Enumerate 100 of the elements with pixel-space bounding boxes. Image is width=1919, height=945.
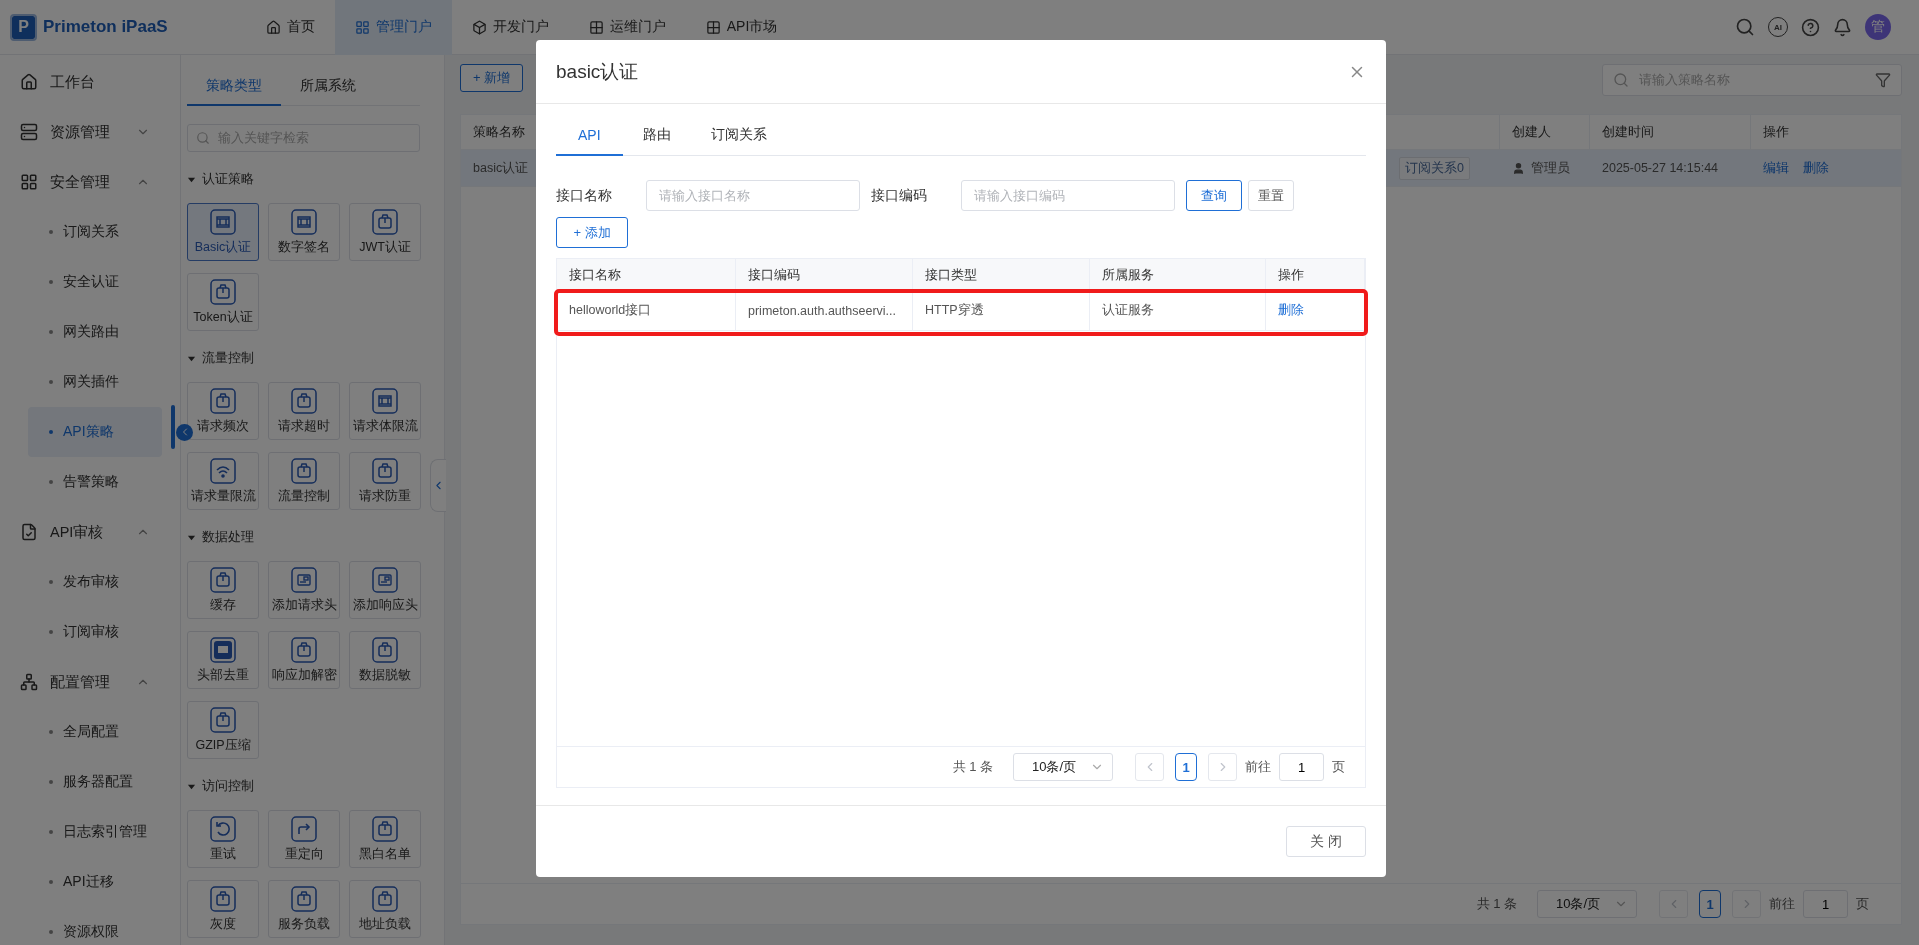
box-icon <box>210 566 236 593</box>
policy-tile[interactable]: 头部去重 <box>187 631 259 689</box>
table-cell: 认证服务 <box>1102 302 1154 319</box>
policy-tile[interactable]: 请求防重 <box>349 452 421 510</box>
page-suffix: 页 <box>1856 895 1869 913</box>
policy-tile[interactable]: 重定向 <box>268 810 340 868</box>
total-count: 共 1 条 <box>952 758 993 776</box>
goto-page-field[interactable]: 1 <box>1279 753 1324 781</box>
action-link[interactable]: 删除 <box>1803 159 1829 177</box>
sidebar-subitem[interactable]: 全局配置 <box>28 707 162 757</box>
sidebar-item[interactable]: API审核 <box>0 507 180 557</box>
sidebar-subitem[interactable]: 发布审核 <box>28 557 162 607</box>
sidebar-subitem[interactable]: 告警策略 <box>28 457 162 507</box>
table-cell: helloworld接口 <box>569 302 652 319</box>
column-header: 操作 <box>1762 123 1790 141</box>
policy-tile[interactable]: Token认证 <box>187 273 259 331</box>
nav-tab[interactable]: 首页 <box>245 0 335 55</box>
goto-label: 前往 <box>1769 895 1795 913</box>
policy-tile[interactable]: 添加响应头 <box>349 561 421 619</box>
sidebar-subitem[interactable]: 订阅审核 <box>28 607 162 657</box>
policy-tile[interactable]: 地址负载 <box>349 880 421 938</box>
total-count: 共 1 条 <box>1476 895 1517 913</box>
policy-tile[interactable]: GZIP压缩 <box>187 701 259 759</box>
film-icon <box>372 387 398 414</box>
help-icon[interactable] <box>1801 17 1820 37</box>
tab[interactable]: 所属系统 <box>281 67 375 106</box>
policy-tile[interactable]: 请求量限流 <box>187 452 259 510</box>
query-button[interactable]: 查询 <box>1186 180 1242 211</box>
tab[interactable]: API <box>556 116 623 156</box>
box-icon <box>372 885 398 912</box>
policy-tile[interactable]: 黑白名单 <box>349 810 421 868</box>
policy-tile[interactable]: JWT认证 <box>349 203 421 261</box>
sidebar-subitem[interactable]: 资源权限 <box>28 907 162 945</box>
policy-tile[interactable]: 请求频次 <box>187 382 259 440</box>
nav-tab[interactable]: 开发门户 <box>451 0 569 55</box>
page-button[interactable]: 1 <box>1699 890 1721 918</box>
nav-tab[interactable]: 管理门户 <box>334 0 452 55</box>
film-icon <box>210 208 236 235</box>
policy-tile[interactable]: 服务负载 <box>268 880 340 938</box>
card-icon <box>372 566 398 593</box>
input-field[interactable]: 请输入接口名称 <box>646 180 860 211</box>
section-title: 访问控制 <box>202 777 254 795</box>
search-icon[interactable] <box>1735 17 1755 37</box>
page-size-select[interactable]: 10条/页 <box>1537 890 1637 918</box>
close-button[interactable]: 关 闭 <box>1286 826 1366 857</box>
tab[interactable]: 路由 <box>622 116 691 156</box>
cube-icon <box>471 19 487 35</box>
tab[interactable]: 订阅关系 <box>690 116 787 156</box>
policy-tile[interactable]: 重试 <box>187 810 259 868</box>
goto-label: 前往 <box>1245 758 1271 776</box>
sidebar-subitem[interactable]: 服务器配置 <box>28 757 162 807</box>
sidebar-item[interactable]: 安全管理 <box>0 157 180 207</box>
nav-tab[interactable]: 运维门户 <box>568 0 686 55</box>
filter-icon[interactable] <box>1875 72 1891 88</box>
policy-tile[interactable]: 请求超时 <box>268 382 340 440</box>
tab[interactable]: 策略类型 <box>187 67 281 106</box>
card-icon <box>291 566 317 593</box>
policy-tile[interactable]: 灰度 <box>187 880 259 938</box>
input-field[interactable]: 请输入接口编码 <box>961 180 1175 211</box>
sidebar-subitem[interactable]: 网关插件 <box>28 357 162 407</box>
user-avatar[interactable]: 管 <box>1865 14 1891 40</box>
box-icon <box>372 636 398 663</box>
policy-tile[interactable]: 响应加解密 <box>268 631 340 689</box>
table-cell: primeton.auth.authseervi... <box>748 303 896 318</box>
goto-page-field[interactable]: 1 <box>1803 890 1848 918</box>
policy-tile[interactable]: 缓存 <box>187 561 259 619</box>
page-size-select[interactable]: 10条/页 <box>1013 753 1113 781</box>
policy-tile[interactable]: 数据脱敏 <box>349 631 421 689</box>
table-cell: 2025-05-27 14:15:44 <box>1602 161 1719 175</box>
sidebar-subitem[interactable]: 订阅关系 <box>28 207 162 257</box>
policy-tile[interactable]: 请求体限流 <box>349 382 421 440</box>
policy-tile[interactable]: 添加请求头 <box>268 561 340 619</box>
sidebar-item[interactable]: 资源管理 <box>0 107 180 157</box>
tag: 订阅关系0 <box>1399 156 1470 180</box>
policy-tile[interactable]: 流量控制 <box>268 452 340 510</box>
field-label: 接口名称 <box>556 186 613 205</box>
active-indicator <box>171 405 175 449</box>
action-link[interactable]: 编辑 <box>1763 159 1789 177</box>
policy-tile[interactable]: 数字签名 <box>268 203 340 261</box>
hierarchy-icon <box>20 673 38 691</box>
box-icon <box>372 815 398 842</box>
reset-button[interactable]: 重置 <box>1248 180 1294 211</box>
bell-icon[interactable] <box>1833 17 1852 37</box>
sidebar-subitem[interactable]: 安全认证 <box>28 257 162 307</box>
nav-tab[interactable]: API市场 <box>685 0 798 55</box>
column-header: 创建人 <box>1500 115 1590 149</box>
delete-link[interactable]: 删除 <box>1278 302 1304 319</box>
document-check-icon <box>20 523 38 541</box>
page-button[interactable]: 1 <box>1175 753 1197 781</box>
sidebar-subitem[interactable]: API策略 <box>28 407 162 457</box>
sidebar-subitem[interactable]: 日志索引管理 <box>28 807 162 857</box>
sidebar-subitem[interactable]: 网关路由 <box>28 307 162 357</box>
column-header: 所属服务 <box>1090 259 1266 290</box>
add-button[interactable]: + 新增 <box>460 64 524 92</box>
sidebar-item[interactable]: 配置管理 <box>0 657 180 707</box>
policy-tile[interactable]: Basic认证 <box>187 203 259 261</box>
add-button[interactable]: + 添加 <box>556 217 628 248</box>
column-header: 操作 <box>1266 259 1365 290</box>
sidebar-subitem[interactable]: API迁移 <box>28 857 162 907</box>
sidebar-item[interactable]: 工作台 <box>0 57 180 107</box>
